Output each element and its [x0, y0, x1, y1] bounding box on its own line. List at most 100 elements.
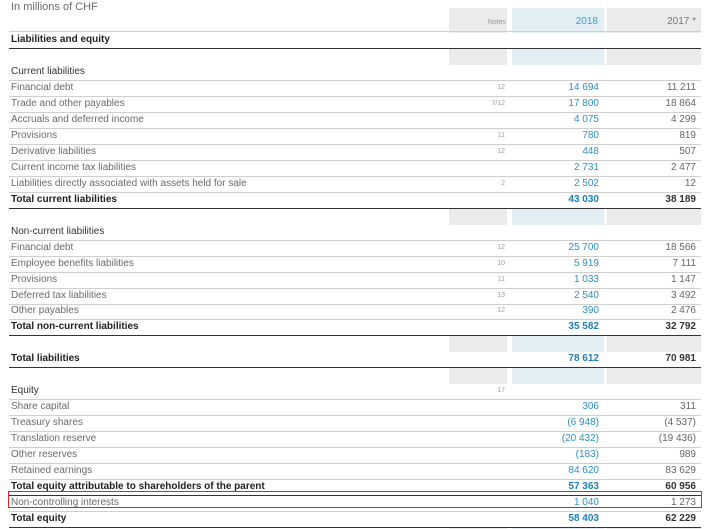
value-2018: 35 582 [568, 321, 599, 332]
table-row: Provisions 11 1 033 1 147 [0, 272, 708, 288]
value-2018: 84 620 [568, 465, 599, 476]
value-2017: 32 792 [665, 321, 696, 332]
row-label: Provisions [11, 274, 58, 285]
value-2018: 390 [582, 305, 599, 316]
row-note: 12 [497, 84, 505, 91]
value-2017: 18 864 [665, 98, 696, 109]
row-note: 12 [497, 148, 505, 155]
value-2018: (6 948) [567, 417, 599, 428]
row-note: 17 [497, 387, 505, 394]
row-label: Liabilities and equity [11, 34, 110, 45]
value-2017: 819 [679, 130, 696, 141]
table-row: Derivative liabilities 12 448 507 [0, 144, 708, 160]
table-row: Retained earnings 84 620 83 629 [0, 463, 708, 479]
row-note: 10 [497, 260, 505, 267]
row-label: Current liabilities [11, 66, 85, 77]
value-2017: 2 477 [670, 162, 696, 173]
row-label: Translation reserve [11, 433, 97, 444]
value-2018: 780 [582, 130, 599, 141]
year-2018-column-header: 2018 [575, 16, 598, 27]
table-row: Financial debt 12 14 694 11 211 [0, 80, 708, 96]
header-divider [9, 31, 701, 32]
table-row: Financial debt 12 25 700 18 566 [0, 240, 708, 256]
row-divider [9, 128, 701, 129]
table-row: Provisions 11 780 819 [0, 128, 708, 144]
highlight-box [8, 491, 702, 508]
row-divider [9, 80, 701, 81]
row-label: Deferred tax liabilities [11, 290, 107, 301]
row-divider [9, 192, 701, 193]
value-2017: 62 229 [665, 513, 696, 524]
value-2017: 83 629 [665, 465, 696, 476]
value-2018: 5 919 [573, 258, 599, 269]
value-2017: 70 981 [665, 353, 696, 364]
row-divider [9, 399, 701, 400]
row-label: Derivative liabilities [11, 146, 97, 157]
value-2018: 306 [582, 401, 599, 412]
value-2017: 2 476 [670, 305, 696, 316]
value-2017: 4 299 [670, 114, 696, 125]
unit-label: In millions of CHF [11, 1, 98, 13]
table-row: Liabilities and equity [0, 32, 708, 48]
row-label: Share capital [11, 401, 70, 412]
value-2017: 38 189 [665, 194, 696, 205]
value-2018: 43 030 [568, 194, 599, 205]
value-2018: 2 731 [573, 162, 599, 173]
balance-sheet: In millions of CHF Notes 2018 2017 * Lia… [0, 0, 708, 529]
table-row: Total equity 58 403 62 229 [0, 511, 708, 527]
value-2018: 25 700 [568, 242, 599, 253]
row-divider [9, 288, 701, 289]
row-note: 12 [497, 307, 505, 314]
row-note: 2 [501, 180, 505, 187]
row-label: Financial debt [11, 242, 74, 253]
row-divider [9, 527, 701, 528]
value-2018: 1 033 [573, 274, 599, 285]
value-2018: 14 694 [568, 82, 599, 93]
table-row: Liabilities directly associated with ass… [0, 176, 708, 192]
row-label: Total non-current liabilities [11, 321, 139, 332]
row-divider [9, 304, 701, 305]
row-divider [9, 160, 701, 161]
table-row: Total non-current liabilities 35 582 32 79… [0, 319, 708, 335]
row-divider [9, 431, 701, 432]
row-divider [9, 112, 701, 113]
table-row: Share capital 306 311 [0, 399, 708, 415]
value-2017: 1 147 [670, 274, 696, 285]
row-label: Financial debt [11, 82, 74, 93]
value-2017: 989 [679, 449, 696, 460]
table-row: Treasury shares (6 948) (4 537) [0, 415, 708, 431]
value-2018: (183) [575, 449, 599, 460]
table-row: Equity 17 [0, 383, 708, 399]
table-row: Non-current liabilities [0, 224, 708, 240]
row-divider [9, 479, 701, 480]
value-2018: 2 502 [573, 178, 599, 189]
value-2017: 7 111 [672, 258, 696, 269]
row-label: Other reserves [11, 449, 78, 460]
row-label: Liabilities directly associated with ass… [11, 178, 247, 189]
row-divider [9, 319, 701, 320]
row-divider [9, 96, 701, 97]
table-row: Trade and other payables 7/12 17 800 18 864 [0, 96, 708, 112]
table-row: Other payables 12 390 2 476 [0, 303, 708, 319]
row-label: Total current liabilities [11, 194, 117, 205]
value-2017: (19 436) [658, 433, 696, 444]
row-divider [9, 335, 701, 336]
table-row: Current liabilities [0, 64, 708, 80]
value-2017: 12 [684, 178, 696, 189]
row-label: Total liabilities [11, 353, 80, 364]
value-2017: 18 566 [665, 242, 696, 253]
value-2017: (4 537) [664, 417, 696, 428]
row-label: Accruals and deferred income [11, 114, 144, 125]
row-divider [9, 463, 701, 464]
row-divider [9, 144, 701, 145]
row-label: Trade and other payables [11, 98, 125, 109]
table-row: Current income tax liabilities 2 731 2 477 [0, 160, 708, 176]
value-2018: 58 403 [568, 513, 599, 524]
row-divider [9, 48, 701, 49]
row-label: Other payables [11, 305, 79, 316]
row-divider [9, 367, 701, 368]
table-row: Other reserves (183) 989 [0, 447, 708, 463]
value-2018: 448 [582, 146, 599, 157]
row-note: 11 [497, 276, 505, 283]
table-row: Translation reserve (20 432) (19 436) [0, 431, 708, 447]
